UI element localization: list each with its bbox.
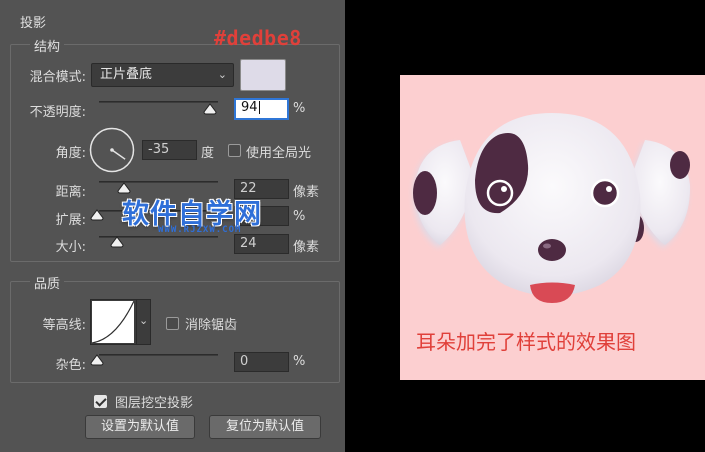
opacity-unit: % — [293, 101, 306, 116]
hex-annotation: #dedbe8 — [214, 26, 302, 50]
blend-mode-label: 混合模式: — [29, 70, 86, 85]
left-eye — [486, 179, 514, 207]
opacity-slider-track[interactable] — [99, 101, 218, 103]
anti-alias-checkbox[interactable] — [166, 317, 179, 330]
preview-caption: 耳朵加完了样式的效果图 — [416, 330, 636, 354]
dog-tongue — [530, 282, 575, 303]
set-default-button[interactable]: 设置为默认值 — [85, 415, 195, 439]
opacity-input[interactable]: 94 — [234, 98, 289, 120]
quality-title: 品质 — [30, 273, 65, 292]
blend-mode-value: 正片叠底 — [100, 67, 153, 82]
distance-label: 距离: — [55, 185, 86, 200]
noise-slider-track[interactable] — [99, 354, 218, 356]
noise-label: 杂色: — [55, 358, 86, 373]
knockout-checkbox[interactable] — [94, 395, 107, 408]
blend-mode-dropdown[interactable]: 正片叠底 ⌄ — [91, 63, 234, 87]
global-light-checkbox[interactable] — [228, 144, 241, 157]
section-title: 投影 — [20, 16, 47, 31]
layer-style-panel: 投影 结构 #dedbe8 混合模式: 正片叠底 ⌄ 不透明度: 94 % 角度… — [0, 0, 345, 452]
global-light-label: 使用全局光 — [246, 146, 312, 161]
chevron-down-icon: ⌄ — [139, 314, 149, 327]
shadow-color-swatch[interactable] — [240, 59, 286, 91]
right-ear-spot-top — [670, 151, 690, 179]
structure-title: 结构 — [30, 36, 65, 55]
size-label: 大小: — [55, 240, 86, 255]
size-input[interactable]: 24 — [234, 234, 289, 254]
watermark-url: WWW.RJZXW.COM — [158, 225, 242, 235]
noise-unit: % — [293, 354, 306, 369]
dog-nose — [538, 239, 566, 261]
spread-unit: % — [293, 209, 306, 224]
effect-preview: 耳朵加完了样式的效果图 — [400, 75, 705, 380]
left-ear-spot — [413, 171, 437, 215]
angle-dial[interactable] — [89, 127, 135, 173]
contour-label: 等高线: — [42, 318, 86, 333]
chevron-down-icon: ⌄ — [217, 68, 227, 81]
contour-curve-icon — [92, 301, 134, 343]
opacity-label: 不透明度: — [29, 105, 86, 120]
anti-alias-label: 消除锯齿 — [185, 318, 238, 333]
angle-input[interactable]: -35 — [142, 140, 197, 160]
size-unit: 像素 — [293, 240, 320, 255]
angle-unit: 度 — [201, 146, 215, 161]
distance-unit: 像素 — [293, 185, 320, 200]
noise-input[interactable]: 0 — [234, 352, 289, 372]
knockout-label: 图层挖空投影 — [115, 396, 194, 411]
spread-label: 扩展: — [55, 213, 86, 228]
reset-default-button[interactable]: 复位为默认值 — [209, 415, 321, 439]
right-eye — [590, 178, 620, 208]
opacity-value: 94 — [241, 100, 258, 115]
text-cursor — [258, 101, 260, 114]
angle-label: 角度: — [55, 146, 86, 161]
contour-picker[interactable]: ⌄ — [90, 299, 151, 345]
